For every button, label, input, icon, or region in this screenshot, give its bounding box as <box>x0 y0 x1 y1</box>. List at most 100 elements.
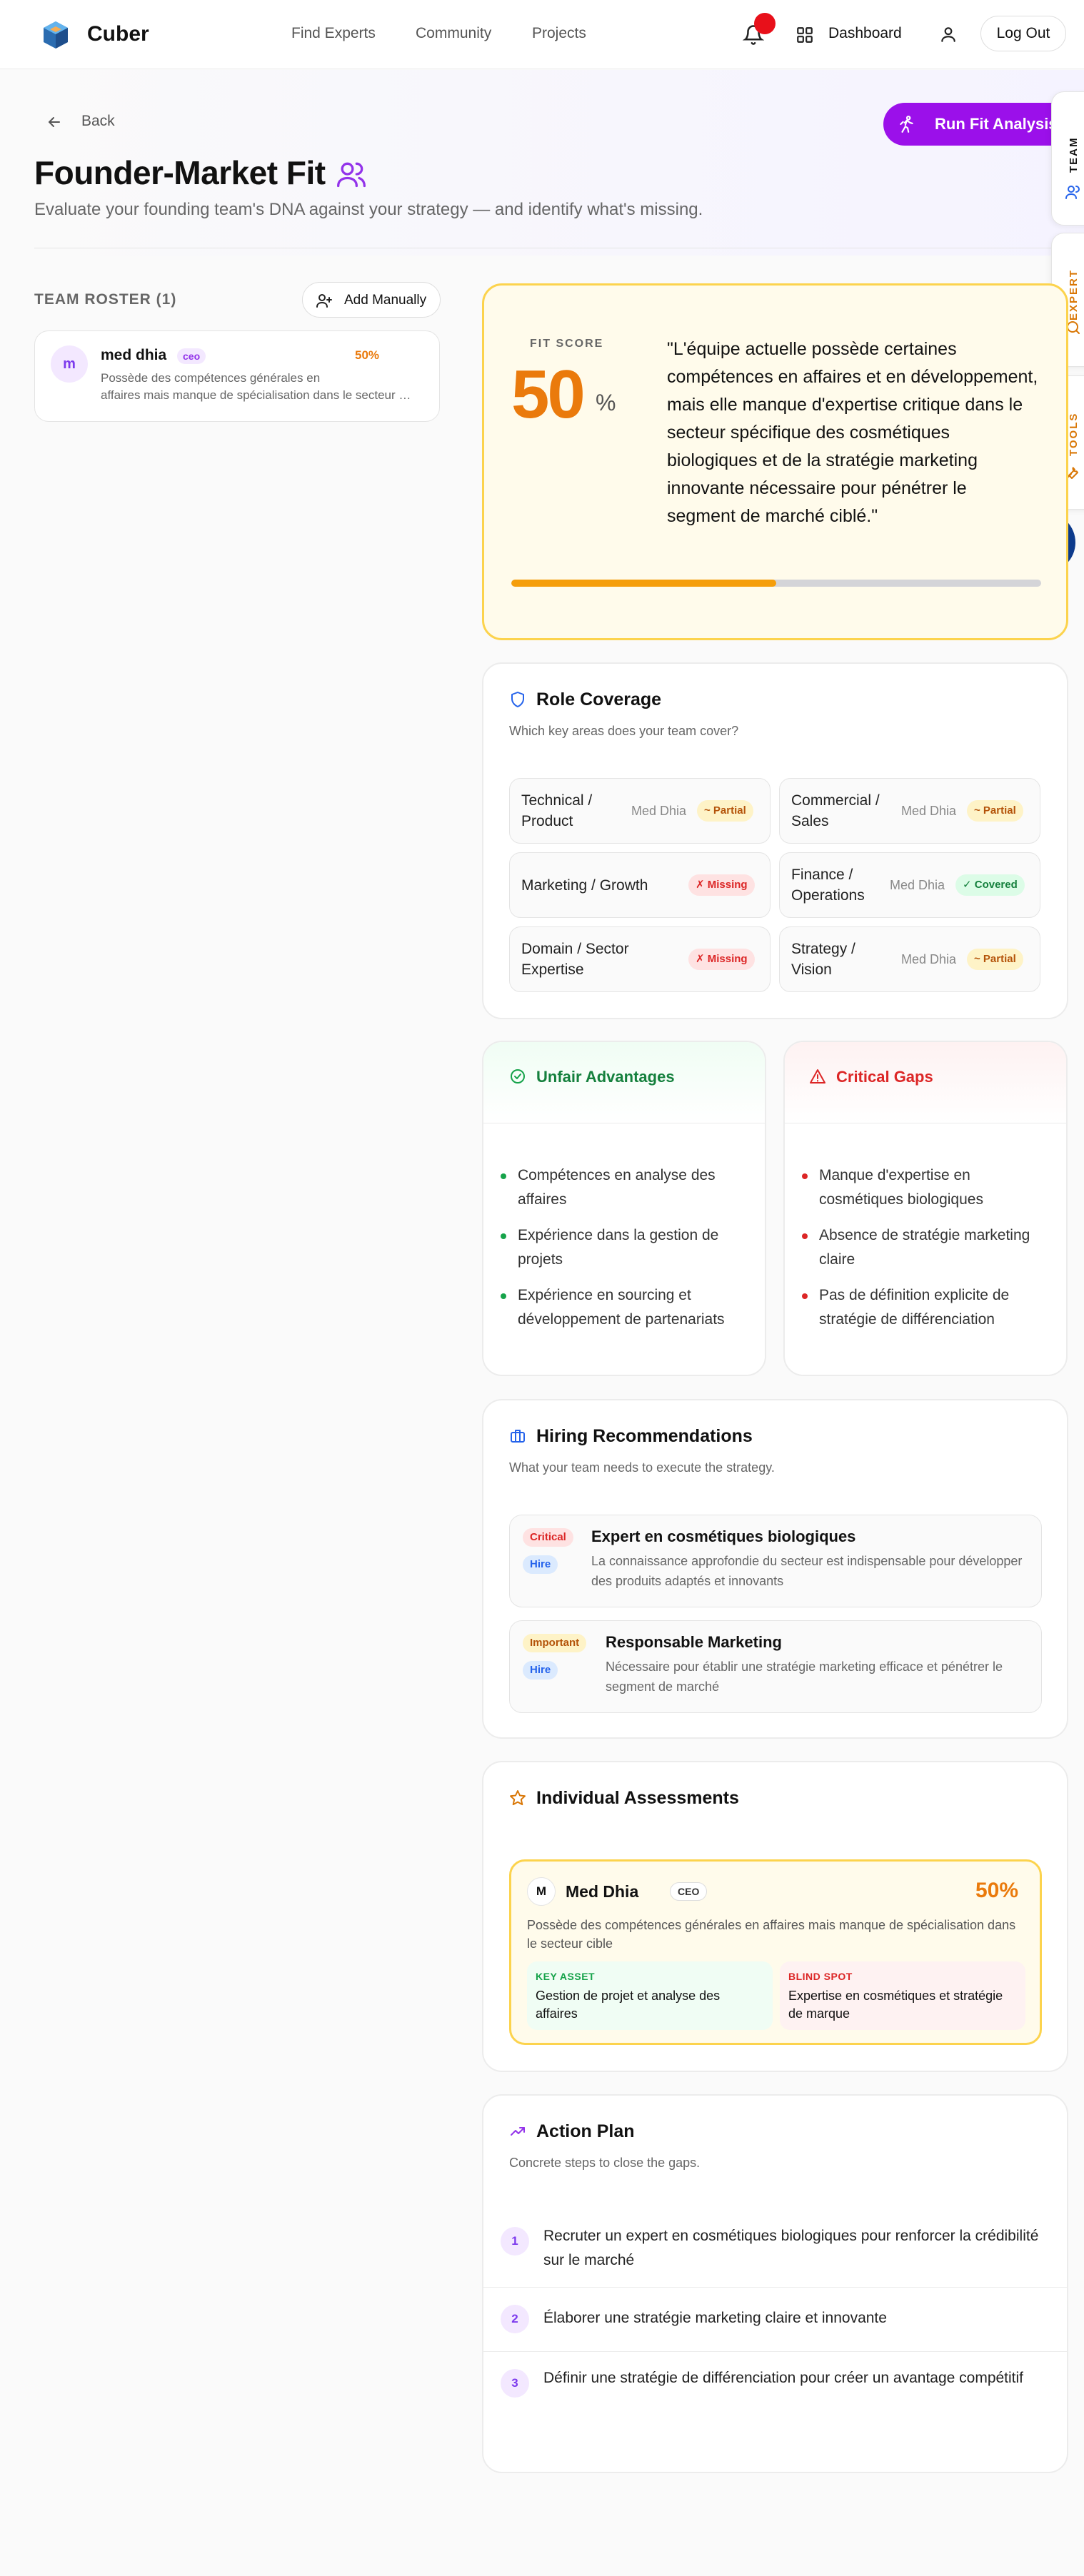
fit-score-value: 50 <box>511 356 586 433</box>
list-item: Expérience en sourcing et développement … <box>501 1283 751 1332</box>
role-item-technical-product: Technical / Product Med Dhia ~ Partial <box>509 778 771 844</box>
action-plan-card: Action Plan Concrete steps to close the … <box>482 2094 1068 2473</box>
arrow-left-icon[interactable] <box>46 113 63 131</box>
back-button[interactable]: Back <box>81 111 115 131</box>
individual-assessments-card: Individual Assessments M Med Dhia CEO 50… <box>482 1761 1068 2072</box>
role-coverage-subtitle: Which key areas does your team cover? <box>509 724 739 738</box>
role-name: Strategy / Vision <box>791 941 855 978</box>
check-circle-icon <box>511 1069 525 1084</box>
member-description: Possède des compétences générales en aff… <box>101 370 415 404</box>
person-description: Possède des compétences générales en aff… <box>527 1918 1016 1951</box>
hiring-item: Important Hire Responsable Marketing Néc… <box>509 1620 1042 1713</box>
advantages-title: Unfair Advantages <box>536 1068 675 1086</box>
role-owner: Med Dhia <box>631 804 687 818</box>
nav-find-experts[interactable]: Find Experts <box>291 24 376 44</box>
step-text: Élaborer une stratégie marketing claire … <box>543 2310 887 2326</box>
nav-community[interactable]: Community <box>416 24 491 44</box>
hiring-recommendations-card: Hiring Recommendations What your team ne… <box>482 1399 1068 1739</box>
blind-spot-label: BLIND SPOT <box>788 1971 853 1982</box>
role-item-domain-sector-expertise: Domain / Sector Expertise ✗ Missing <box>509 926 771 992</box>
step-number: 1 <box>501 2227 529 2256</box>
status-badge: ✗ Missing <box>688 949 755 970</box>
logout-button[interactable]: Log Out <box>980 16 1066 51</box>
role-item-marketing-growth: Marketing / Growth ✗ Missing <box>509 852 771 918</box>
member-description-line: Possède des compétences générales en <box>101 371 321 385</box>
fit-score-card: FIT SCORE 50 % "L'équipe actuelle possèd… <box>482 283 1068 640</box>
role-name: Marketing / Growth <box>521 877 648 894</box>
role-item-strategy-vision: Strategy / Vision Med Dhia ~ Partial <box>779 926 1040 992</box>
team-roster-title: TEAM ROSTER (1) <box>34 291 177 308</box>
action-plan-title: Action Plan <box>536 2121 635 2141</box>
step-text: Définir une stratégie de différenciation… <box>543 2370 1024 2386</box>
hiring-title: Hiring Recommendations <box>536 1426 753 1446</box>
key-asset-box: KEY ASSET Gestion de projet et analyse d… <box>527 1961 773 2030</box>
fit-progress-fill <box>511 580 776 587</box>
role-item-finance-operations: Finance / Operations Med Dhia ✓ Covered <box>779 852 1040 918</box>
role-coverage-card: Role Coverage Which key areas does your … <box>482 662 1068 1019</box>
priority-badge: Important <box>523 1634 587 1652</box>
list-item: Pas de définition explicite de stratégie… <box>802 1283 1052 1332</box>
status-badge: ~ Partial <box>967 800 1023 822</box>
fit-summary-quote: "L'équipe actuelle possède certaines com… <box>667 339 1038 526</box>
nav-projects[interactable]: Projects <box>532 24 586 44</box>
hiring-item: Critical Hire Expert en cosmétiques biol… <box>509 1515 1042 1607</box>
gaps-list: Manque d'expertise en cosmétiques biolog… <box>802 1163 1052 1343</box>
user-icon[interactable] <box>939 25 958 44</box>
key-asset-label: KEY ASSET <box>536 1971 596 1982</box>
page-title: Founder-Market Fit <box>34 154 326 191</box>
role-name: Finance / Operations <box>791 867 865 904</box>
step-number: 2 <box>501 2305 529 2333</box>
notification-dot <box>754 13 776 34</box>
unfair-advantages-card: Unfair Advantages Compétences en analyse… <box>482 1041 766 1376</box>
role-name: Domain / Sector Expertise <box>521 941 629 978</box>
page-subtitle: Evaluate your founding team's DNA agains… <box>34 200 703 219</box>
list-item: Manque d'expertise en cosmétiques biolog… <box>802 1163 1052 1212</box>
key-asset-text: Gestion de projet et analyse des affaire… <box>536 1989 721 2021</box>
action-step: 1 Recruter un expert en cosmétiques biol… <box>483 2210 1067 2287</box>
list-item: Expérience dans la gestion de projets <box>501 1223 751 1272</box>
hiring-item-description: La connaissance approfondie du secteur e… <box>591 1554 1023 1588</box>
fit-score-label: FIT SCORE <box>530 338 604 350</box>
run-fit-analysis-label: Run Fit Analysis <box>935 115 1058 133</box>
blind-spot-text: Expertise en cosmétiques et stratégie de… <box>788 1989 1003 2021</box>
brand-name[interactable]: Cuber <box>87 21 149 47</box>
step-text: Recruter un expert en cosmétiques biolog… <box>543 2228 1039 2268</box>
status-badge: ~ Partial <box>967 949 1023 970</box>
assessment-card: M Med Dhia CEO 50% Possède des compétenc… <box>509 1859 1042 2045</box>
status-badge: ✗ Missing <box>688 874 755 896</box>
role-owner: Med Dhia <box>901 804 957 818</box>
cuber-logo-icon[interactable] <box>40 19 71 51</box>
side-tab-team[interactable]: TEAM <box>1051 91 1084 226</box>
role-name: Technical / Product <box>521 792 593 829</box>
person-name: Med Dhia <box>566 1882 639 1901</box>
person-score: 50% <box>975 1879 1019 1902</box>
hiring-item-title: Expert en cosmétiques biologiques <box>591 1527 856 1545</box>
dashboard-link[interactable]: Dashboard <box>828 24 902 44</box>
action-step: 2 Élaborer une stratégie marketing clair… <box>483 2287 1067 2351</box>
hiring-subtitle: What your team needs to execute the stra… <box>509 1460 775 1475</box>
grid-icon[interactable] <box>796 26 814 44</box>
warning-triangle-icon <box>810 1069 825 1084</box>
running-figure-icon <box>900 116 913 133</box>
roster-member-card[interactable]: m med dhia ceo 50% Possède des compétenc… <box>34 330 440 422</box>
gaps-title: Critical Gaps <box>836 1068 933 1086</box>
hiring-item-title: Responsable Marketing <box>606 1633 782 1651</box>
advantages-list: Compétences en analyse des affaires Expé… <box>501 1163 751 1343</box>
type-badge: Hire <box>523 1555 558 1574</box>
top-navbar: Cuber Find Experts Community Projects Da… <box>0 0 1084 69</box>
briefcase-icon <box>511 1430 525 1443</box>
hiring-item-description: Nécessaire pour établir une stratégie ma… <box>606 1660 1003 1694</box>
star-icon <box>510 1790 526 1806</box>
member-role-badge: ceo <box>177 348 206 364</box>
role-coverage-title: Role Coverage <box>536 690 662 709</box>
advantages-header: Unfair Advantages <box>483 1042 765 1123</box>
critical-gaps-card: Critical Gaps Manque d'expertise en cosm… <box>783 1041 1068 1376</box>
add-manually-label: Add Manually <box>344 293 427 308</box>
action-plan-subtitle: Concrete steps to close the gaps. <box>509 2156 701 2170</box>
shield-icon <box>511 692 524 707</box>
priority-badge: Critical <box>523 1528 573 1547</box>
users-icon <box>337 162 366 188</box>
member-name: med dhia <box>101 347 167 363</box>
add-manually-button[interactable]: Add Manually <box>302 282 441 318</box>
member-score: 50% <box>355 348 380 362</box>
